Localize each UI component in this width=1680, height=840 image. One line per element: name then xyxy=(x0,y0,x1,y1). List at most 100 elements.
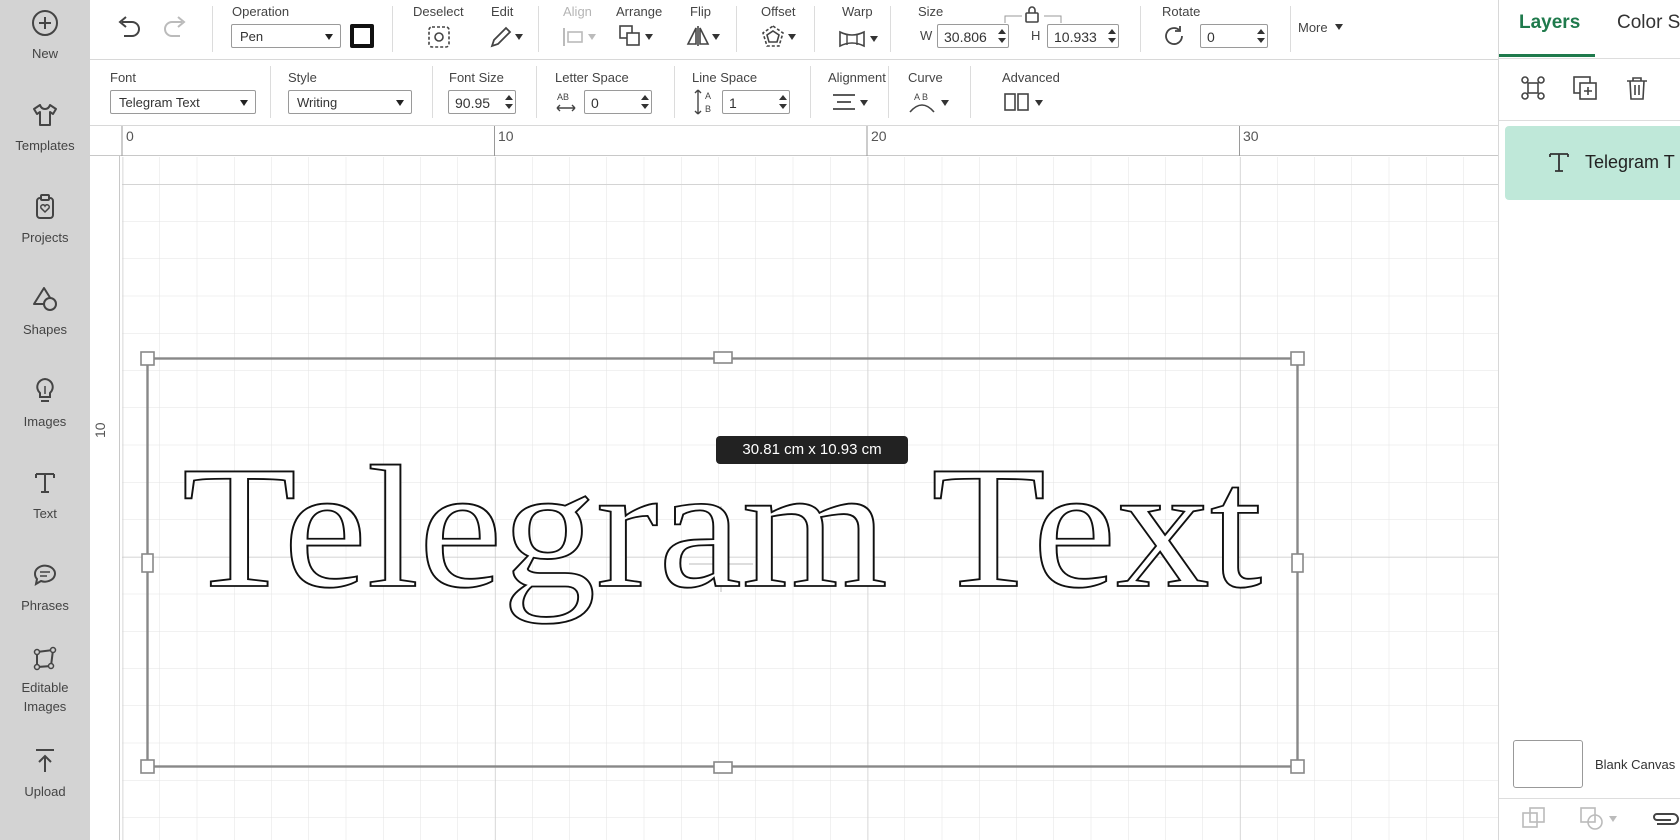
group-icon[interactable] xyxy=(1519,74,1547,102)
font-select-value: Telegram Text xyxy=(119,95,200,110)
flip-icon[interactable] xyxy=(686,24,710,48)
active-tab-indicator xyxy=(1499,54,1595,57)
sidebar-item-editable-images[interactable]: Editable Images xyxy=(0,644,90,716)
rotate-icon[interactable] xyxy=(1162,24,1186,48)
toolbar-divider xyxy=(674,66,675,118)
toolbar-divider xyxy=(538,6,539,52)
lock-bracket xyxy=(1004,15,1062,23)
resize-handle-bottom xyxy=(713,761,733,774)
sidebar-item-label: Projects xyxy=(21,230,69,245)
upload-icon xyxy=(36,749,54,772)
arrange-icon[interactable] xyxy=(618,24,642,48)
sidebar-item-text[interactable]: Text xyxy=(0,468,90,524)
arrange-label: Arrange xyxy=(616,4,663,19)
duplicate-icon[interactable] xyxy=(1571,74,1599,102)
plus-circle-icon xyxy=(32,10,58,36)
align-label: Align xyxy=(563,4,592,19)
chevron-down-icon xyxy=(515,34,523,40)
toolbar-divider xyxy=(810,66,811,118)
tab-color-sync[interactable]: Color S xyxy=(1617,12,1680,34)
lightbulb-icon xyxy=(36,377,54,402)
deselect-icon[interactable] xyxy=(426,24,452,50)
stepper-icon[interactable] xyxy=(1257,28,1265,44)
chevron-down-icon xyxy=(1035,100,1043,106)
font-select[interactable]: Telegram Text xyxy=(110,90,256,114)
line-space-label: Line Space xyxy=(692,70,758,85)
chevron-down-icon xyxy=(645,34,653,40)
sidebar-item-new[interactable]: New xyxy=(0,8,90,64)
stepper-icon[interactable] xyxy=(1108,28,1116,44)
resize-handle-top-left xyxy=(140,351,155,366)
tab-layers[interactable]: Layers xyxy=(1519,12,1580,34)
chevron-down-icon xyxy=(325,34,333,40)
stepper-icon[interactable] xyxy=(641,94,649,110)
sidebar-item-templates[interactable]: Templates xyxy=(0,100,90,156)
letter-space-input[interactable]: 0 xyxy=(584,90,652,114)
line-space-input-value: 1 xyxy=(729,95,737,111)
letter-space-label: Letter Space xyxy=(555,70,629,85)
chevron-down-icon xyxy=(941,100,949,106)
toolbar-divider xyxy=(432,66,433,118)
font-size-label: Font Size xyxy=(449,70,504,85)
width-letter: W xyxy=(920,28,933,43)
undo-icon[interactable] xyxy=(114,16,142,42)
font-size-input[interactable]: 90.95 xyxy=(448,90,516,114)
resize-handle-right xyxy=(1291,553,1304,573)
advanced-icon[interactable] xyxy=(1004,92,1030,112)
width-input[interactable]: 30.806 xyxy=(937,24,1009,48)
chevron-down-icon xyxy=(712,34,720,40)
pen-color-swatch[interactable] xyxy=(350,24,374,48)
trash-icon[interactable] xyxy=(1623,74,1651,102)
chevron-down-icon xyxy=(860,100,868,106)
svg-text:A B: A B xyxy=(914,92,928,102)
layers-panel: Layers Color S Telegram T Blank Canvas xyxy=(1498,0,1680,840)
sidebar-item-projects[interactable]: Projects xyxy=(0,192,90,248)
line-space-icon: AB xyxy=(694,89,711,115)
redo-icon[interactable] xyxy=(162,16,190,42)
attach-icon[interactable] xyxy=(1649,808,1680,830)
resize-handle-top xyxy=(713,351,733,364)
blank-canvas-thumbnail[interactable] xyxy=(1513,740,1583,788)
chevron-down-icon xyxy=(1335,24,1343,30)
stepper-icon[interactable] xyxy=(998,28,1006,44)
align-left-icon[interactable] xyxy=(832,92,856,112)
curve-text-icon[interactable]: A B xyxy=(908,90,936,114)
style-select[interactable]: Writing xyxy=(288,90,412,114)
sidebar-item-label: Text xyxy=(33,506,57,521)
height-input[interactable]: 10.933 xyxy=(1047,24,1119,48)
more-button[interactable]: More xyxy=(1298,20,1328,35)
style-select-value: Writing xyxy=(297,95,338,110)
pencil-icon[interactable] xyxy=(488,24,514,50)
design-space-app: New Templates Projects Shapes Images Tex… xyxy=(0,0,1680,840)
layer-item[interactable]: Telegram T xyxy=(1505,126,1680,200)
sidebar-item-label: New xyxy=(31,46,58,61)
text-t-icon xyxy=(35,473,55,493)
sidebar-item-label: Editable Images xyxy=(21,680,69,714)
slice-icon[interactable] xyxy=(1521,806,1547,832)
sidebar-item-images[interactable]: Images xyxy=(0,376,90,432)
operation-select[interactable]: Pen xyxy=(231,24,341,48)
combine-icon[interactable] xyxy=(1579,806,1605,832)
align-icon[interactable] xyxy=(562,26,586,48)
selection-box[interactable]: Telegram Text xyxy=(90,126,1498,840)
line-space-input[interactable]: 1 xyxy=(722,90,790,114)
sidebar-item-phrases[interactable]: Phrases xyxy=(0,560,90,616)
chevron-down-icon xyxy=(588,34,596,40)
stepper-icon[interactable] xyxy=(505,94,513,110)
sidebar-item-upload[interactable]: Upload xyxy=(0,746,90,802)
size-label: Size xyxy=(918,4,944,19)
sidebar-item-shapes[interactable]: Shapes xyxy=(0,284,90,340)
text-layer-icon xyxy=(1549,153,1569,172)
chevron-down-icon xyxy=(870,36,878,42)
text-toolbar: Font Telegram Text Style Writing Font Si… xyxy=(90,60,1498,126)
warp-icon[interactable] xyxy=(838,28,866,48)
offset-icon[interactable] xyxy=(760,24,786,50)
letter-space-icon: AB xyxy=(556,92,576,112)
toolbar-divider xyxy=(888,66,889,118)
design-canvas[interactable]: 0 10 20 30 10 Telegram Text 30.81 cm x 1… xyxy=(90,126,1498,840)
operation-select-value: Pen xyxy=(240,29,264,44)
stepper-icon[interactable] xyxy=(779,94,787,110)
rotate-input[interactable]: 0 xyxy=(1200,24,1268,48)
alignment-label: Alignment xyxy=(828,70,886,85)
left-sidebar: New Templates Projects Shapes Images Tex… xyxy=(0,0,90,840)
